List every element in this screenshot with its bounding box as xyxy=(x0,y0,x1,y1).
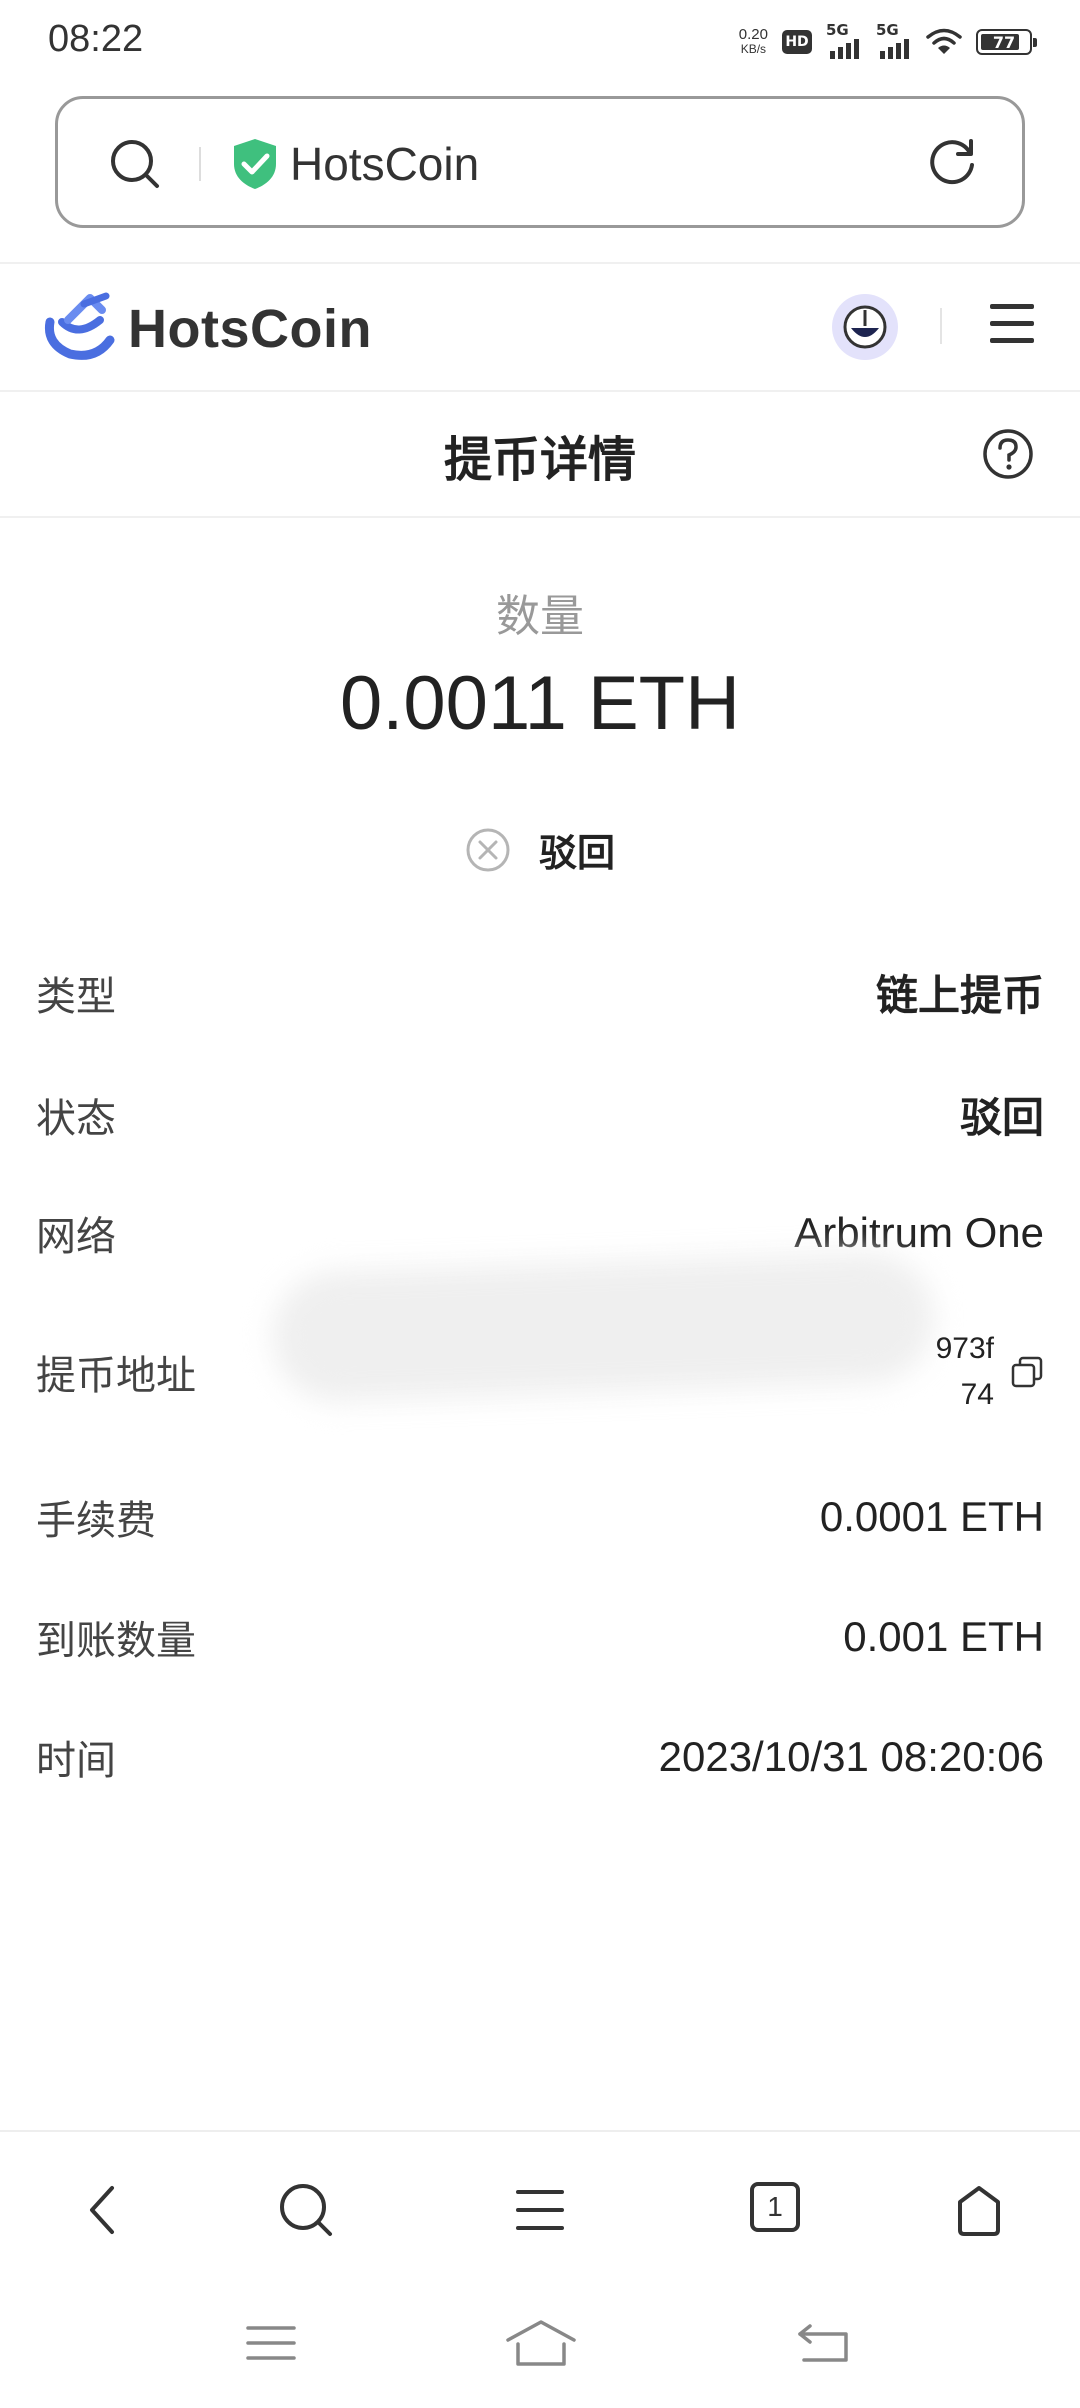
detail-row-type: 类型 链上提币 xyxy=(36,962,1044,1023)
hamburger-menu-icon[interactable] xyxy=(988,300,1036,348)
address-value: 973f 74 xyxy=(936,1326,1044,1418)
time-label: 时间 xyxy=(36,1738,116,1784)
fee-value: 0.0001 ETH xyxy=(819,1493,1044,1540)
copy-icon[interactable] xyxy=(1010,1355,1044,1389)
withdrawal-status: 驳回 xyxy=(0,822,1080,877)
divider xyxy=(0,390,1080,392)
menu-icon[interactable] xyxy=(514,2180,566,2240)
status-text: 驳回 xyxy=(538,831,615,875)
hd-voice-icon: HD xyxy=(782,30,812,54)
address-text: 973f 74 xyxy=(935,1332,994,1411)
detail-row-fee: 手续费 0.0001 ETH xyxy=(36,1488,1044,1546)
browser-toolbar: 1 xyxy=(0,2130,1080,2286)
detail-row-network: 网络 Arbitrum One xyxy=(36,1204,1044,1262)
site-brand-name[interactable]: HotsCoin xyxy=(128,298,372,360)
received-value: 0.001 ETH xyxy=(843,1613,1044,1660)
hotscoin-logo-icon[interactable] xyxy=(44,292,118,360)
amount-value: 0.0011 ETH xyxy=(340,661,740,746)
search-icon[interactable] xyxy=(108,137,162,191)
page-title: 提币详情 xyxy=(443,432,636,488)
home-nav-icon[interactable] xyxy=(504,2318,578,2372)
address-bar[interactable]: HotsCoin xyxy=(55,96,1025,228)
divider xyxy=(0,262,1080,264)
secure-shield-icon xyxy=(234,139,276,189)
rejected-icon xyxy=(466,828,510,871)
network-label: 网络 xyxy=(36,1214,116,1260)
divider xyxy=(0,516,1080,518)
system-navigation-bar xyxy=(0,2286,1080,2408)
back-nav-icon[interactable] xyxy=(796,2318,852,2368)
url-text[interactable]: HotsCoin xyxy=(290,137,479,191)
home-icon[interactable] xyxy=(952,2180,1006,2240)
time-value: 2023/10/31 08:20:06 xyxy=(658,1733,1044,1780)
address-label: 提币地址 xyxy=(36,1353,196,1399)
address-divider xyxy=(199,147,201,181)
type-label: 类型 xyxy=(36,973,116,1020)
signal-sim2-icon: 5G xyxy=(876,21,912,59)
recent-apps-icon[interactable] xyxy=(244,2318,298,2368)
amount-label: 数量 xyxy=(496,591,584,642)
detail-row-address: 提币地址 973f 74 xyxy=(36,1326,1044,1418)
type-value: 链上提币 xyxy=(875,971,1044,1020)
status-bar: 08:22 0.20 KB/s HD 5G 5G 77 xyxy=(0,0,1080,80)
detail-row-received: 到账数量 0.001 ETH xyxy=(36,1608,1044,1666)
signal-sim1-icon: 5G xyxy=(826,21,862,59)
status-value: 驳回 xyxy=(959,1093,1044,1142)
help-icon[interactable] xyxy=(982,428,1034,480)
tabs-button[interactable]: 1 xyxy=(750,2182,800,2232)
refresh-icon[interactable] xyxy=(924,135,980,191)
wifi-icon xyxy=(926,28,962,54)
status-time: 08:22 xyxy=(48,18,144,60)
detail-row-status: 状态 驳回 xyxy=(36,1084,1044,1145)
status-icons: 0.20 KB/s HD 5G 5G 77 xyxy=(738,21,1037,62)
status-label: 状态 xyxy=(36,1095,116,1142)
search-icon[interactable] xyxy=(276,2180,336,2240)
avatar[interactable] xyxy=(832,294,898,360)
fee-label: 手续费 xyxy=(36,1498,156,1544)
header-divider xyxy=(940,308,942,344)
battery-icon: 77 xyxy=(976,29,1037,55)
received-label: 到账数量 xyxy=(36,1618,196,1664)
detail-row-time: 时间 2023/10/31 08:20:06 xyxy=(36,1728,1044,1786)
astronaut-avatar-icon xyxy=(843,305,887,349)
network-speed: 0.20 KB/s xyxy=(738,26,768,56)
network-value: Arbitrum One xyxy=(794,1209,1044,1256)
back-chevron-icon[interactable] xyxy=(80,2180,126,2240)
